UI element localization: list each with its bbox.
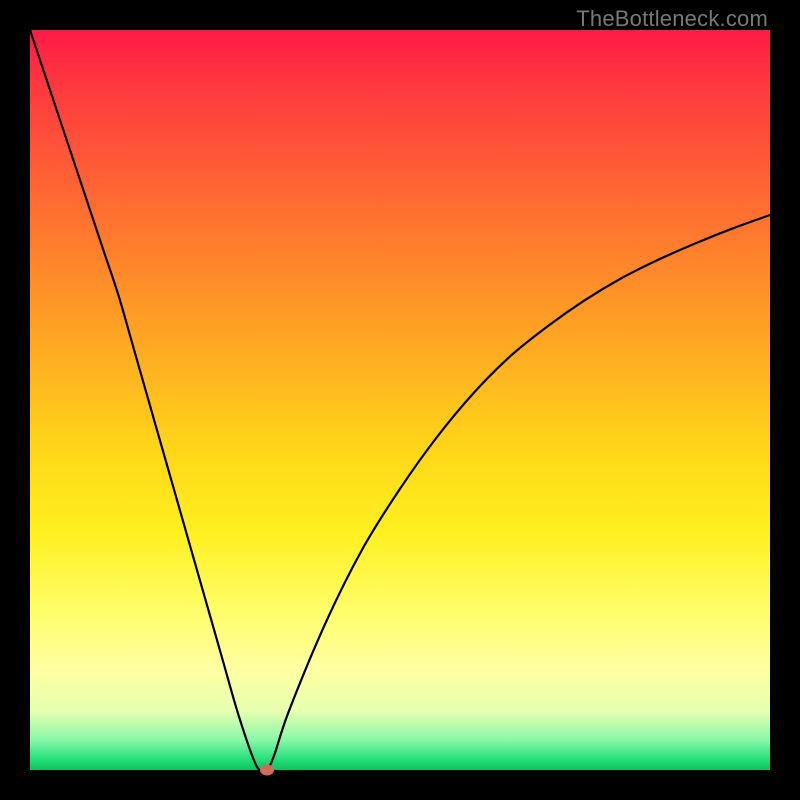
bottleneck-curve (30, 30, 770, 770)
plot-area (30, 30, 770, 770)
attribution-text: TheBottleneck.com (576, 6, 768, 32)
chart-frame: TheBottleneck.com (0, 0, 800, 800)
minimum-marker (260, 765, 274, 776)
